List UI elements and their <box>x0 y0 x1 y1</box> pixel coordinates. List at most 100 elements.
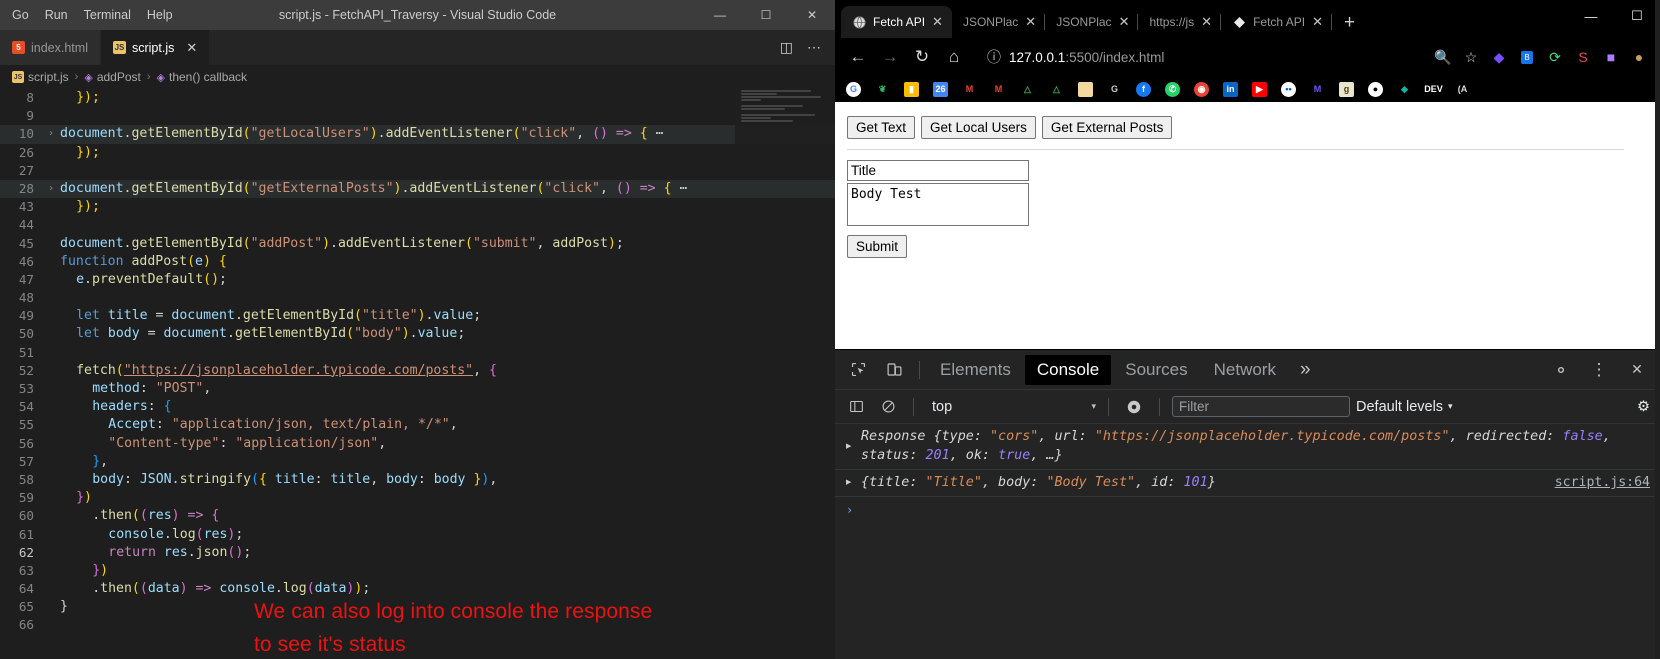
response-log[interactable]: ▶ Response {type: "cors", url: "https://j… <box>835 424 1660 470</box>
close-icon[interactable]: ✕ <box>1201 14 1212 30</box>
vscode-close-button[interactable]: ✕ <box>789 0 835 30</box>
code-line[interactable]: 53 method: "POST", <box>0 380 835 398</box>
menu-item-run[interactable]: Run <box>37 3 76 27</box>
get-external-posts-button[interactable]: Get External Posts <box>1041 116 1173 139</box>
code-line[interactable]: 52 fetch("https://jsonplaceholder.typicod… <box>0 362 835 380</box>
browser-tab-fetch-api-1[interactable]: Fetch API ✕ <box>841 6 952 38</box>
menu-item-help[interactable]: Help <box>139 3 181 27</box>
whatsapp-bookmark[interactable]: ✆ <box>1158 78 1187 100</box>
breadcrumb-file[interactable]: script.js <box>28 70 69 84</box>
split-editor-icon[interactable]: ◫ <box>780 39 793 56</box>
editor-minimap[interactable] <box>735 89 835 169</box>
profile-avatar[interactable]: ● <box>1626 44 1652 70</box>
folder-bookmark[interactable]: ▮ <box>1071 78 1100 100</box>
clear-console-icon[interactable] <box>875 394 901 420</box>
editor-tab-script-js[interactable]: JS script.js ✕ <box>100 30 211 65</box>
code-line[interactable]: 64 .then((data) => console.log(data)); <box>0 580 835 598</box>
extension-purple-icon[interactable]: ■ <box>1598 44 1624 70</box>
breadcrumb-symbol-then-callback[interactable]: then() callback <box>169 70 247 84</box>
facebook-bookmark[interactable]: f <box>1129 78 1158 100</box>
title-input[interactable] <box>847 160 1029 181</box>
linkedin-bookmark[interactable]: in <box>1216 78 1245 100</box>
code-line[interactable]: 10 › document.getElementById("getLocalUser… <box>0 125 835 144</box>
submit-button[interactable]: Submit <box>847 235 908 258</box>
code-line[interactable]: 57}, <box>0 453 835 471</box>
angular-bookmark[interactable]: (A <box>1448 78 1477 100</box>
extension-diamond-icon[interactable]: ◆ <box>1486 44 1512 70</box>
close-icon[interactable]: ✕ <box>1025 14 1036 30</box>
gmail-bookmark-1[interactable]: M <box>955 78 984 100</box>
code-line[interactable]: 50 let body = document.getElementById("bo… <box>0 325 835 343</box>
expand-arrow-icon[interactable]: ▶ <box>846 474 851 493</box>
calendar-bookmark[interactable]: 26 <box>926 78 955 100</box>
expand-arrow-icon[interactable]: ▶ <box>846 437 851 456</box>
back-button[interactable]: ← <box>843 42 873 72</box>
device-toolbar-icon[interactable] <box>877 353 911 387</box>
console-output[interactable]: ▶ Response {type: "cors", url: "https://j… <box>835 424 1660 659</box>
extension-blue-icon[interactable]: B <box>1514 44 1540 70</box>
dev-bookmark[interactable]: DEV <box>1419 78 1448 100</box>
live-expression-icon[interactable] <box>1121 394 1147 420</box>
drive-bookmark-1[interactable]: △ <box>1013 78 1042 100</box>
vscode-minimize-button[interactable]: — <box>697 0 743 30</box>
vscode-maximize-button[interactable]: ☐ <box>743 0 789 30</box>
zoom-icon[interactable]: 🔍 <box>1430 44 1456 70</box>
code-line[interactable]: 43}); <box>0 198 835 216</box>
data-log[interactable]: ▶ {title: "Title", body: "Body Test", id:… <box>835 470 1660 497</box>
inspect-element-icon[interactable] <box>841 353 875 387</box>
address-bar[interactable]: ⓘ 127.0.0.1:5500/index.html <box>977 43 1422 71</box>
console-prompt[interactable]: › <box>835 497 1660 517</box>
code-line[interactable]: 60 .then((res) => { <box>0 507 835 525</box>
chrome-maximize-button[interactable]: ☐ <box>1614 0 1660 32</box>
evernote-bookmark[interactable]: ❦ <box>868 78 897 100</box>
browser-tab-https-js[interactable]: https://js ✕ <box>1138 6 1221 38</box>
code-line[interactable]: 27 <box>0 162 835 180</box>
page-viewport[interactable]: Get Text Get Local Users Get External Po… <box>835 102 1660 349</box>
medium-bookmark[interactable]: M <box>1303 78 1332 100</box>
console-settings-icon[interactable]: ⚙ <box>1637 399 1652 415</box>
close-icon[interactable]: ✕ <box>186 40 197 56</box>
code-line[interactable]: 59}) <box>0 489 835 507</box>
execution-context-dropdown[interactable]: top ▾ <box>926 399 1096 415</box>
forward-button[interactable]: → <box>875 42 905 72</box>
tab-console[interactable]: Console <box>1024 354 1112 385</box>
code-line[interactable]: 63}) <box>0 562 835 580</box>
code-editor[interactable]: 8}); 9 10 › document.getElementById("getLoc… <box>0 89 835 659</box>
tab-sources[interactable]: Sources <box>1113 355 1199 385</box>
code-line[interactable]: 9 <box>0 107 835 125</box>
close-icon[interactable]: ✕ <box>1312 14 1323 30</box>
chrome-minimize-button[interactable]: — <box>1568 0 1614 32</box>
more-tabs-icon[interactable]: » <box>1290 359 1321 381</box>
console-sidebar-icon[interactable] <box>843 394 869 420</box>
code-line[interactable]: 26}); <box>0 144 835 162</box>
google-bookmark[interactable]: G <box>839 78 868 100</box>
code-line[interactable]: 54 headers: { <box>0 398 835 416</box>
browser-tab-jsonplaceholder-1[interactable]: JSONPlac ✕ <box>952 6 1046 38</box>
code-line[interactable]: 56 "Content-type": "application/json", <box>0 435 835 453</box>
gear-icon[interactable] <box>1544 353 1578 387</box>
code-line[interactable]: 61 console.log(res); <box>0 526 835 544</box>
menu-item-go[interactable]: Go <box>4 3 37 27</box>
close-icon[interactable]: ✕ <box>932 14 943 30</box>
reload-button[interactable]: ↻ <box>907 42 937 72</box>
browser-tab-fetch-api-2[interactable]: Fetch API ✕ <box>1221 6 1332 38</box>
browser-tab-jsonplaceholder-2[interactable]: JSONPlac ✕ <box>1045 6 1139 38</box>
record-bookmark[interactable]: ◉ <box>1187 78 1216 100</box>
console-source-link[interactable]: script.js:64 <box>1555 473 1650 492</box>
code-line[interactable]: 55 Accept: "application/json, text/plain,… <box>0 416 835 434</box>
flickr-bookmark[interactable]: •• <box>1274 78 1303 100</box>
code-line[interactable]: 62 return res.json(); <box>0 544 835 562</box>
extension-green-icon[interactable]: ⟳ <box>1542 44 1568 70</box>
drive-bookmark-2[interactable]: △ <box>1042 78 1071 100</box>
close-icon[interactable]: ✕ <box>1620 353 1654 387</box>
body-textarea[interactable] <box>847 183 1029 226</box>
diamond-bookmark[interactable]: ◆ <box>1390 78 1419 100</box>
github-bookmark[interactable]: ● <box>1361 78 1390 100</box>
console-filter-input[interactable]: Filter <box>1172 396 1350 417</box>
g-bookmark[interactable]: G <box>1100 78 1129 100</box>
extension-red-icon[interactable]: S <box>1570 44 1596 70</box>
more-actions-icon[interactable]: ⋯ <box>807 39 821 56</box>
home-button[interactable]: ⌂ <box>939 42 969 72</box>
code-line[interactable]: 28 › document.getElementById("getExternalP… <box>0 179 835 199</box>
code-line[interactable]: 46 function addPost(e) { <box>0 253 835 271</box>
